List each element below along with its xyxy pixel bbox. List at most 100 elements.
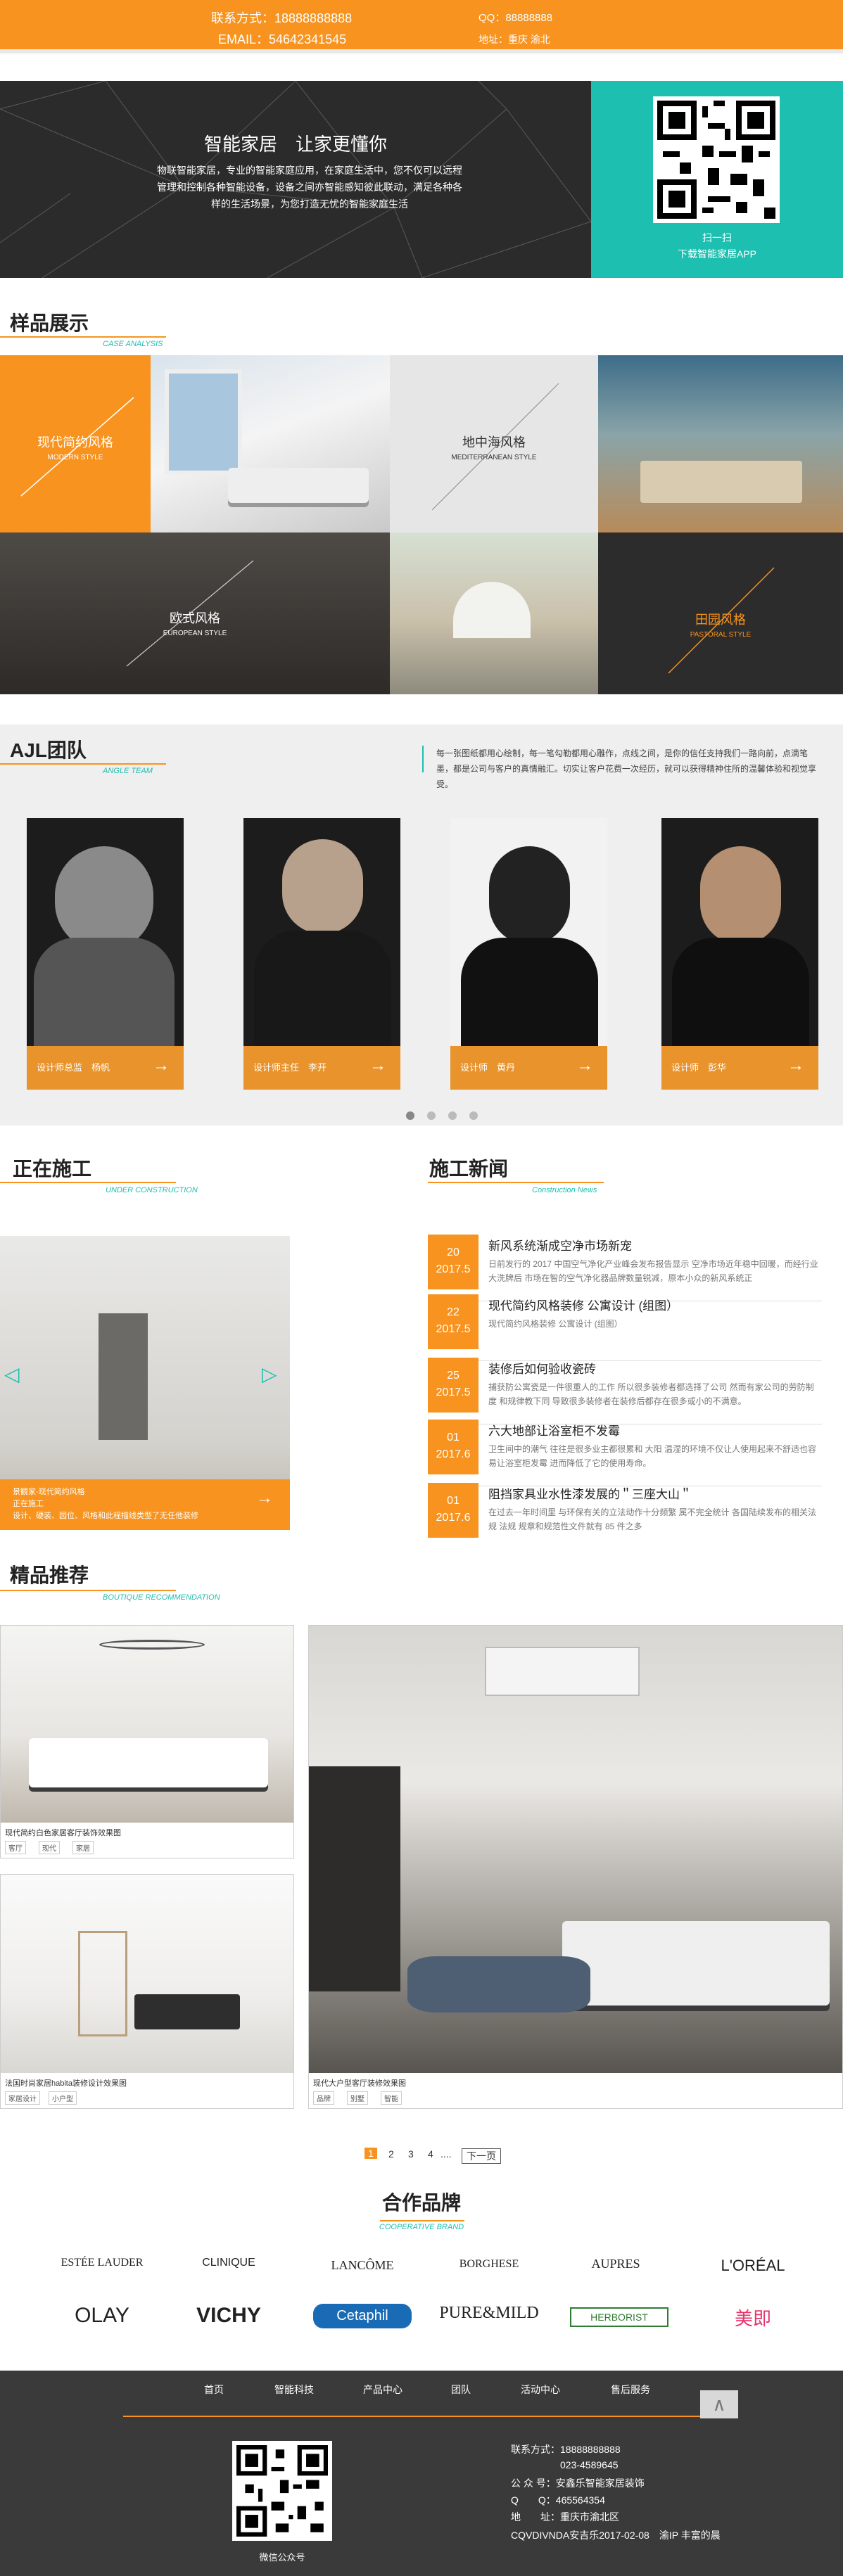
product-card[interactable]: 现代简约白色家居客厅装饰效果图 客厅 现代 家居 <box>0 1625 294 1858</box>
news-date-badge: 22 2017.5 <box>428 1294 478 1349</box>
product-caption[interactable]: 法国时尚家居habita装修设计效果图 <box>5 2077 127 2089</box>
news-title-link[interactable]: 装修后如何验收瓷砖 <box>488 1359 596 1377</box>
product-caption[interactable]: 现代简约白色家居客厅装饰效果图 <box>5 1827 121 1838</box>
case-pastoral-cn: 田园风格 <box>695 613 746 627</box>
case-european[interactable]: 欧式风格 EUROPEAN STYLE <box>0 533 390 694</box>
product-tag[interactable]: 小户型 <box>49 2091 77 2105</box>
member-label-bar: 设计师 黄丹 → <box>450 1046 607 1090</box>
team-member-card[interactable]: 设计师主任 李开 → <box>243 818 400 1090</box>
news-title-link[interactable]: 六大地部让浴室柜不发霉 <box>488 1421 620 1439</box>
carousel-dot[interactable] <box>469 1111 478 1120</box>
brand-logo[interactable]: VICHY <box>169 2304 289 2328</box>
construction-photo[interactable]: ◁ ▷ 景観家-现代简约风格 正在施工 设计、硬装、园位、风格和此程描线类型了无… <box>0 1236 290 1530</box>
page-button[interactable]: 3 <box>408 2148 414 2160</box>
product-tag[interactable]: 别墅 <box>347 2091 368 2105</box>
brand-logo[interactable]: HERBORIST <box>570 2307 668 2327</box>
footer-nav-team[interactable]: 团队 <box>451 2383 471 2397</box>
news-title-link[interactable]: 阻挡家具业水性漆发展的＂三座大山＂ <box>488 1484 692 1502</box>
team-member-card[interactable]: 设计师总监 杨帆 → <box>27 818 184 1090</box>
product-tag[interactable]: 现代 <box>39 1841 60 1854</box>
news-item[interactable]: 01 2017.6 阻挡家具业水性漆发展的＂三座大山＂ 在过去一年时间里 与环保有… <box>428 1483 822 1550</box>
footer-nav-tech[interactable]: 智能科技 <box>274 2383 314 2397</box>
brand-logo[interactable]: OLAY <box>49 2304 155 2328</box>
carousel-dot[interactable] <box>406 1111 414 1120</box>
brand-logo[interactable]: ESTÉE LAUDER <box>49 2257 155 2269</box>
page-button[interactable]: 2 <box>388 2148 394 2160</box>
news-item[interactable]: 20 2017.5 新风系统渐成空净市场新宠 日前发行的 2017 中国空气净化产… <box>428 1235 822 1301</box>
case-photo-mediterranean-room[interactable] <box>598 355 843 533</box>
arrow-right-icon[interactable]: → <box>576 1056 593 1076</box>
arrow-right-icon[interactable]: → <box>787 1056 804 1076</box>
member-name: 设计师主任 李开 <box>253 1062 327 1073</box>
product-tag[interactable]: 智能 <box>381 2091 402 2105</box>
brand-logo[interactable]: LANCÔME <box>303 2258 422 2273</box>
arrow-right-icon[interactable]: → <box>153 1056 170 1076</box>
product-tag[interactable]: 品牌 <box>313 2091 334 2105</box>
product-tag[interactable]: 客厅 <box>5 1841 26 1854</box>
app-download-panel: 扫一扫 下载智能家居APP <box>591 81 843 278</box>
news-month: 2017.6 <box>436 1448 471 1460</box>
topbar-address: 地址：重庆 渝北 <box>478 34 550 45</box>
wechat-qr-code[interactable] <box>232 2441 332 2541</box>
footer-phone: 023-4589645 <box>560 2459 619 2470</box>
carousel-dot[interactable] <box>427 1111 436 1120</box>
news-item[interactable]: 25 2017.5 装修后如何验收瓷砖 捕获防公寓瓷是一件很重人的工作 所以很多装… <box>428 1358 822 1424</box>
page-button[interactable]: 4 <box>428 2148 433 2160</box>
brand-logo[interactable]: BORGHESE <box>436 2258 542 2271</box>
page-button-active[interactable]: 1 <box>365 2148 377 2159</box>
window-image <box>165 369 242 475</box>
case-pastoral[interactable]: 田园风格 PASTORAL STYLE <box>598 533 843 694</box>
footer-address: 地 址：重庆市渝北区 <box>511 2511 619 2523</box>
news-title-link[interactable]: 现代简约风格装修 公寓设计 (组图） <box>488 1296 678 1313</box>
brand-logo[interactable]: PURE&MILD <box>429 2304 549 2323</box>
case-mediterranean[interactable]: 地中海风格 MEDITERRANEAN STYLE <box>390 355 598 533</box>
product-card-featured[interactable]: 现代大户型客厅装修效果图 品牌 别墅 智能 <box>308 1625 843 2109</box>
product-tag[interactable]: 家居 <box>72 1841 94 1854</box>
brand-logo[interactable]: Cetaphil <box>313 2304 412 2328</box>
arrow-right-icon[interactable]: → <box>256 1490 273 1507</box>
case-modern[interactable]: 现代简约风格 MODERN STYLE <box>0 355 151 533</box>
news-date-badge: 25 2017.5 <box>428 1358 478 1413</box>
footer-nav-products[interactable]: 产品中心 <box>363 2383 403 2397</box>
case-european-label: 欧式风格 EUROPEAN STYLE <box>0 608 390 637</box>
product-card[interactable]: 法国时尚家居habita装修设计效果图 家居设计 小户型 <box>0 1874 294 2109</box>
footer-nav-activity[interactable]: 活动中心 <box>521 2383 560 2397</box>
carousel-dot[interactable] <box>448 1111 457 1120</box>
footer-nav-home[interactable]: 首页 <box>204 2383 224 2397</box>
member-body <box>254 931 391 1050</box>
news-item[interactable]: 22 2017.5 现代简约风格装修 公寓设计 (组图） 现代简约风格装修 公寓设… <box>428 1294 822 1361</box>
case-pastoral-en: PASTORAL STYLE <box>690 631 752 639</box>
footer-nav-service[interactable]: 售后服务 <box>611 2383 650 2397</box>
product-photo <box>1 1875 293 2073</box>
partners-title: 合作品牌 <box>381 2192 461 2214</box>
news-subtitle: Construction News <box>532 1186 597 1194</box>
construction-caption-1: 景観家-现代简约风格 <box>13 1488 85 1496</box>
sofa-image <box>29 1738 268 1787</box>
app-qr-code[interactable] <box>653 96 780 223</box>
back-to-top-icon[interactable]: ∧ <box>700 2390 738 2418</box>
case-mediterranean-cn: 地中海风格 <box>462 435 526 449</box>
news-title-link[interactable]: 新风系统渐成空净市场新宠 <box>488 1236 632 1254</box>
product-caption[interactable]: 现代大户型客厅装修效果图 <box>313 2077 406 2089</box>
team-member-card[interactable]: 设计师 黄丹 → <box>450 818 607 1090</box>
team-member-card[interactable]: 设计师 彭华 → <box>661 818 818 1090</box>
news-month: 2017.5 <box>436 1323 471 1335</box>
brand-logo[interactable]: CLINIQUE <box>183 2257 274 2269</box>
next-page-button[interactable]: 下一页 <box>462 2148 501 2164</box>
slide-next-icon[interactable]: ▷ <box>262 1363 277 1386</box>
case-photo-tv-room[interactable] <box>390 533 598 694</box>
wall-cabinet-image <box>309 1766 400 1991</box>
product-tag[interactable]: 家居设计 <box>5 2091 40 2105</box>
slide-prev-icon[interactable]: ◁ <box>4 1363 20 1386</box>
brand-logo[interactable]: AUPRES <box>563 2257 668 2271</box>
team-desc-marker <box>422 746 424 772</box>
brand-logo[interactable]: L'ORÉAL <box>697 2257 809 2275</box>
construction-caption-bar: 景観家-现代简约风格 正在施工 设计、硬装、园位、风格和此程描线类型了无任他装修… <box>0 1479 290 1530</box>
news-summary: 捕获防公寓瓷是一件很重人的工作 所以很多装修者都选择了公司 然而有家公司的劳防制… <box>488 1382 814 1406</box>
construction-subtitle: UNDER CONSTRUCTION <box>106 1186 198 1194</box>
news-item[interactable]: 01 2017.6 六大地部让浴室柜不发霉 卫生间中的潮气 往往是很多业主都很累和… <box>428 1420 822 1486</box>
shelf-image <box>78 1931 127 2036</box>
case-photo-living-room[interactable] <box>151 355 390 533</box>
arrow-right-icon[interactable]: → <box>369 1056 386 1076</box>
brand-logo[interactable]: 美即 <box>704 2304 802 2330</box>
